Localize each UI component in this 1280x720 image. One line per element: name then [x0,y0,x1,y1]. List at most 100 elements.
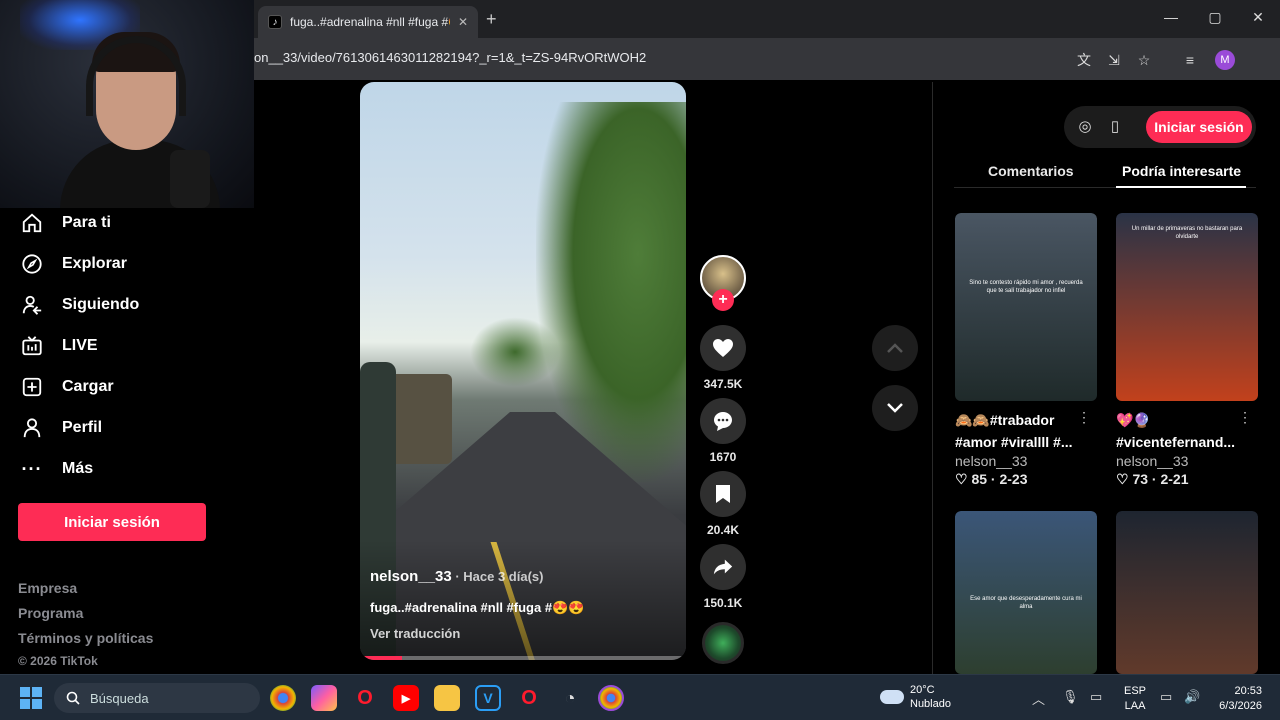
search-icon [66,691,80,705]
footer-link-programa[interactable]: Programa [18,605,83,621]
keyboard-icon[interactable]: ▭ [1090,689,1102,705]
next-video-button[interactable] [872,385,918,431]
obs-app-icon[interactable]: ◔ [557,685,583,711]
sidebar-item-cargar[interactable]: Cargar [20,375,114,399]
sidebar-item-para-ti[interactable]: Para ti [20,211,111,235]
card-author[interactable]: nelson__33 [955,453,1097,469]
comment-icon [714,412,732,431]
card-hashtags: #amor #virallll #... [955,434,1073,450]
comment-count: 1670 [709,450,737,464]
share-count: 150.1K [703,596,743,610]
bookmark-icon [716,485,730,503]
file-explorer-icon[interactable] [434,685,460,711]
chrome-profile-app-icon[interactable] [598,685,624,711]
tab-comentarios[interactable]: Comentarios [988,163,1074,179]
save-button[interactable] [700,471,746,517]
profile-avatar[interactable]: M [1215,50,1235,70]
tray-chevron-icon[interactable]: ︿ [1032,689,1045,708]
share-button[interactable] [700,544,746,590]
video-author[interactable]: nelson__33 [370,568,452,585]
sidebar-item-explorar[interactable]: Explorar [20,252,127,276]
chevron-up-icon [887,343,903,353]
copilot-app-icon[interactable] [311,685,337,711]
top-login-button[interactable]: Iniciar sesión [1146,111,1252,143]
tiktok-favicon-icon: ♪ [268,15,282,29]
new-tab-button[interactable]: + [486,9,497,30]
card-stats: ♡ 85 · 2-23 [955,471,1028,487]
tab-podria-interesarte[interactable]: Podría interesarte [1122,163,1241,179]
thumbnail-overlay-text: Ese amor que desesperadamente cura mi al… [970,596,1082,610]
footer-link-empresa[interactable]: Empresa [18,580,77,596]
following-icon [20,293,44,317]
heart-icon [713,339,733,357]
windows-taskbar: Búsqueda O ▶ V O ◔ 20°C Nublado ︿ 🎙 ▭ ES… [0,674,1280,720]
taskbar-clock[interactable]: 20:53 6/3/2026 [1212,684,1262,714]
tab-close-icon[interactable]: ✕ [458,15,468,29]
browser-tab[interactable]: ♪ fuga..#adrenalina #nll #fuga #😍 ✕ [258,6,478,38]
sidebar-item-perfil[interactable]: Perfil [20,416,102,440]
card-menu-icon[interactable]: ⋮ [1238,409,1252,426]
profile-icon [20,416,44,440]
card-author[interactable]: nelson__33 [1116,453,1258,469]
video-player[interactable]: nelson__33 · Hace 3 día(s) fuga..#adrena… [360,82,686,660]
opera-gx-app-icon[interactable]: O [516,685,542,711]
music-disc[interactable] [702,622,744,664]
tiktok-app-icon[interactable]: ◎ [1074,116,1096,138]
follow-button[interactable]: + [712,289,734,311]
upload-icon [20,375,44,399]
v-app-icon[interactable]: V [475,685,501,711]
bookmark-star-icon[interactable]: ☆ [1134,50,1154,70]
sidebar-item-siguiendo[interactable]: Siguiendo [20,293,139,317]
translate-icon[interactable]: 文 [1074,50,1094,70]
volume-icon[interactable]: 🔊 [1184,689,1200,705]
home-icon [20,211,44,235]
webcam-overlay [0,0,254,208]
network-icon[interactable]: ▭ [1160,689,1172,705]
close-window-button[interactable]: ✕ [1243,9,1273,26]
sidebar-item-mas[interactable]: ··· Más [20,457,94,481]
suggested-video-card[interactable]: Sino te contesto rápido mi amor , recuer… [955,213,1097,503]
taskbar-search[interactable]: Búsqueda [54,683,260,713]
previous-video-button[interactable] [872,325,918,371]
video-caption: fuga..#adrenalina #nll #fuga #😍😍 [370,600,585,615]
mobile-device-icon[interactable]: ▯ [1104,116,1126,138]
windows-start-icon[interactable] [20,687,42,709]
suggested-video-card[interactable]: Un millar de primaveras no bastaran para… [1116,213,1258,503]
suggested-video-card[interactable] [1116,511,1258,674]
active-tab-indicator [1116,186,1246,188]
media-controls-icon[interactable]: ≡ [1180,50,1200,70]
translate-link[interactable]: Ver traducción [370,626,460,641]
microphone-icon[interactable]: 🎙 [1062,689,1079,705]
weather-widget[interactable]: 20°C Nublado [880,683,951,711]
maximize-button[interactable]: ▢ [1200,9,1230,26]
video-thumbnail[interactable] [1116,511,1258,674]
url-field[interactable]: on__33/video/7613061463011282194?_r=1&_t… [254,50,646,65]
card-title: 💖🔮 [1116,412,1151,428]
video-progress-bar[interactable] [360,656,686,660]
minimize-button[interactable]: — [1156,9,1186,25]
thumbnail-overlay-text: Sino te contesto rápido mi amor , recuer… [969,280,1083,294]
footer-link-terminos[interactable]: Términos y políticas [18,630,153,646]
sidebar-item-live[interactable]: LIVE [20,334,98,358]
weather-temp: 20°C [910,684,935,696]
copyright: © 2026 TikTok [18,654,98,668]
install-app-icon[interactable]: ⇲ [1104,50,1124,70]
language-indicator[interactable]: ESP LAA [1124,684,1146,714]
suggested-video-card[interactable]: Ese amor que desesperadamente cura mi al… [955,511,1097,674]
like-button[interactable] [700,325,746,371]
video-thumbnail[interactable]: Ese amor que desesperadamente cura mi al… [955,511,1097,674]
opera-app-icon[interactable]: O [352,685,378,711]
video-thumbnail[interactable]: Sino te contesto rápido mi amor , recuer… [955,213,1097,401]
card-menu-icon[interactable]: ⋮ [1077,409,1091,426]
like-count: 347.5K [703,377,743,391]
chrome-app-icon[interactable] [270,685,296,711]
more-icon: ··· [21,458,43,479]
sidebar-login-button[interactable]: Iniciar sesión [18,503,206,541]
video-thumbnail[interactable]: Un millar de primaveras no bastaran para… [1116,213,1258,401]
card-title: 🙈🙈#trabador [955,412,1055,428]
cloud-icon [880,690,904,704]
youtube-app-icon[interactable]: ▶ [393,685,419,711]
comment-button[interactable] [700,398,746,444]
search-placeholder: Búsqueda [90,690,149,706]
thumbnail-overlay-text: Un millar de primaveras no bastaran para… [1131,226,1243,240]
